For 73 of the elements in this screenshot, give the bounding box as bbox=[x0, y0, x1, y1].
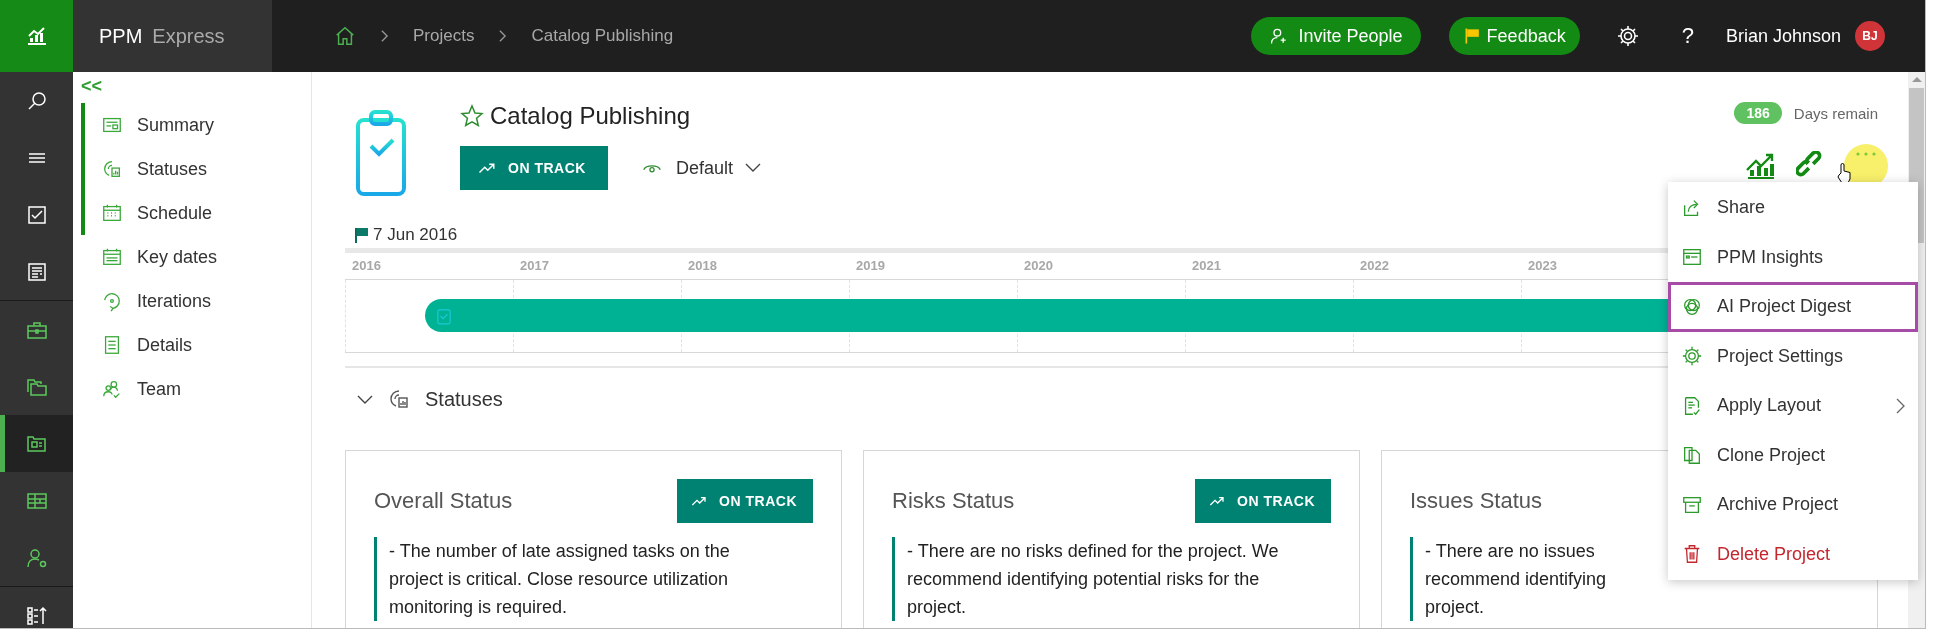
breadcrumb-link[interactable]: Catalog Publishing bbox=[531, 26, 674, 46]
card-title: Overall Status bbox=[374, 488, 513, 514]
card-title: Issues Status bbox=[1410, 488, 1543, 514]
statuses-icon bbox=[101, 158, 123, 180]
card-title: Risks Status bbox=[892, 488, 1015, 514]
menu-item[interactable]: Share bbox=[1668, 183, 1918, 233]
settings-icon[interactable] bbox=[1615, 24, 1640, 48]
statuses-icon bbox=[387, 387, 411, 411]
year-label: 2016 bbox=[351, 257, 382, 275]
app-logo[interactable] bbox=[0, 0, 73, 72]
user-plus-icon bbox=[1268, 26, 1289, 46]
invite-people-button[interactable]: Invite People bbox=[1250, 17, 1421, 55]
key-dates-icon bbox=[101, 246, 123, 268]
clone-icon bbox=[1681, 444, 1703, 467]
status-comment-line: - There are no risks defined for the project. We bbox=[907, 540, 1279, 563]
settings-icon bbox=[1681, 345, 1703, 368]
chevron-right-icon bbox=[498, 29, 508, 43]
user-name[interactable]: Brian Johnson bbox=[1725, 25, 1841, 47]
year-label: 2017 bbox=[519, 257, 550, 275]
chevron-right-icon bbox=[380, 29, 389, 43]
star-icon[interactable] bbox=[460, 104, 484, 128]
year-label: 2023 bbox=[1527, 257, 1558, 275]
status-button[interactable]: ON TRACK bbox=[677, 479, 813, 523]
status-comment-line: - There are no issues bbox=[1425, 540, 1595, 563]
flag-icon bbox=[355, 227, 369, 243]
status-comment-line: project is critical. Close resource utilization bbox=[389, 568, 729, 591]
menu-item[interactable]: Clone Project bbox=[1668, 430, 1918, 480]
days-count: 186 bbox=[1734, 102, 1782, 124]
user-avatar[interactable]: BJ bbox=[1855, 21, 1885, 51]
section-link[interactable]: Details bbox=[81, 323, 311, 367]
section-link[interactable]: Team bbox=[81, 367, 311, 411]
feedback-button[interactable]: Feedback bbox=[1448, 17, 1580, 55]
status-comment-line: project. bbox=[1425, 596, 1485, 619]
year-label: 2021 bbox=[1191, 257, 1222, 275]
section-link[interactable]: Summary bbox=[81, 103, 311, 147]
year-label: 2019 bbox=[855, 257, 886, 275]
product-name: Express bbox=[152, 24, 225, 48]
schedule-icon bbox=[101, 202, 123, 224]
clipboard-icon bbox=[437, 306, 451, 325]
status-comment-line: project. bbox=[907, 596, 967, 619]
view-dropdown[interactable]: Default bbox=[633, 156, 767, 180]
chevron-down-icon bbox=[744, 163, 761, 173]
iterations-icon bbox=[101, 290, 123, 312]
status-comment-line: - The number of late assigned tasks on the bbox=[389, 540, 730, 563]
home-icon[interactable] bbox=[334, 25, 356, 47]
brand-name: PPM bbox=[99, 24, 143, 48]
section-link[interactable]: Statuses bbox=[81, 147, 311, 191]
section-title: Statuses bbox=[425, 387, 503, 411]
menu-item[interactable]: AI Project Digest bbox=[1668, 282, 1918, 332]
help-icon[interactable]: ? bbox=[1681, 23, 1694, 49]
status-comment-line: monitoring is required. bbox=[389, 596, 568, 619]
status-button[interactable]: ON TRACK bbox=[1195, 479, 1331, 523]
status-button[interactable]: ON TRACK bbox=[460, 146, 608, 190]
project-title: Catalog Publishing bbox=[490, 102, 691, 130]
rail-item[interactable] bbox=[0, 415, 73, 472]
menu-item[interactable]: PPM Insights bbox=[1668, 232, 1918, 282]
days-label: Days remain bbox=[1793, 104, 1878, 122]
status-comment-line: recommend identifying potential risks for the bbox=[907, 568, 1260, 591]
scroll-up-icon[interactable] bbox=[1911, 76, 1922, 82]
menu-item[interactable]: Apply Layout bbox=[1668, 381, 1918, 431]
start-date: 7 Jun 2016 bbox=[373, 225, 458, 245]
year-label: 2018 bbox=[687, 257, 718, 275]
year-label: 2022 bbox=[1359, 257, 1390, 275]
status-comment-line: recommend identifying bbox=[1425, 568, 1607, 591]
chevron-right-icon bbox=[1895, 397, 1905, 414]
year-label: 2020 bbox=[1023, 257, 1054, 275]
menu-item[interactable]: Delete Project bbox=[1668, 529, 1918, 579]
menu-item[interactable]: Project Settings bbox=[1668, 331, 1918, 381]
section-link[interactable]: Schedule bbox=[81, 191, 311, 235]
breadcrumb-link[interactable]: Projects bbox=[413, 26, 475, 46]
section-link[interactable]: Iterations bbox=[81, 279, 311, 323]
section-link[interactable]: Key dates bbox=[81, 235, 311, 279]
menu-item[interactable]: Archive Project bbox=[1668, 480, 1918, 530]
